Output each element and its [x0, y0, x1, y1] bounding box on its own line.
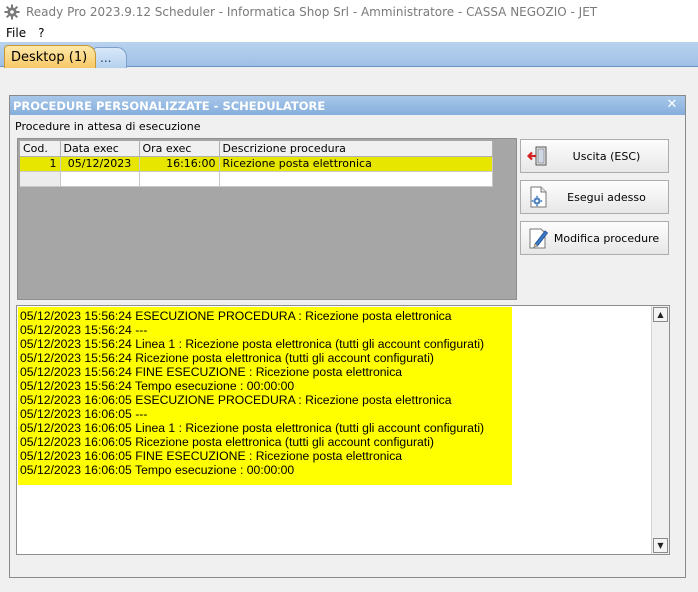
log-line: 05/12/2023 16:06:05 FINE ESECUZIONE : Ri… — [20, 449, 403, 463]
exit-button-label: Uscita (ESC) — [572, 149, 641, 163]
log-line: 05/12/2023 15:56:24 --- — [20, 323, 148, 337]
log-line: 05/12/2023 15:56:24 Ricezione posta elet… — [20, 351, 434, 365]
exit-button[interactable]: Uscita (ESC) — [520, 139, 669, 173]
close-icon[interactable]: ✕ — [665, 98, 679, 112]
cell-empty — [60, 171, 140, 187]
tab-desktop[interactable]: Desktop (1) — [4, 45, 96, 68]
grid-header: Cod. Data exec Ora exec Descrizione proc… — [20, 141, 493, 157]
log-line: 05/12/2023 16:06:05 --- — [20, 407, 148, 421]
scheduler-window: PROCEDURE PERSONALIZZATE - SCHEDULATORE … — [9, 95, 686, 578]
scroll-up-icon[interactable]: ▲ — [653, 307, 668, 322]
log-line: 05/12/2023 15:56:24 Tempo esecuzione : 0… — [20, 379, 295, 393]
procedures-grid[interactable]: Cod. Data exec Ora exec Descrizione proc… — [17, 138, 517, 300]
cell-descrizione: Ricezione posta elettronica — [219, 156, 493, 172]
col-cod[interactable]: Cod. — [20, 141, 61, 157]
log-line: 05/12/2023 16:06:05 Linea 1 : Ricezione … — [20, 421, 485, 435]
table-row[interactable]: 1 05/12/2023 16:16:00 Ricezione posta el… — [20, 156, 493, 172]
tab-more[interactable]: ... — [93, 47, 127, 68]
col-descrizione[interactable]: Descrizione procedura — [219, 141, 493, 157]
log-line: 05/12/2023 16:06:05 Tempo esecuzione : 0… — [20, 463, 295, 477]
tab-desktop-label: Desktop (1) — [11, 49, 88, 65]
log-lines: 05/12/2023 15:56:24 ESECUZIONE PROCEDURA… — [20, 309, 484, 477]
cell-data-exec: 05/12/2023 — [60, 156, 140, 172]
log-scrollbar[interactable]: ▲ ▼ — [651, 306, 669, 554]
run-now-button-label: Esegui adesso — [567, 190, 646, 204]
edit-procedures-button[interactable]: Modifica procedure — [520, 221, 669, 255]
col-data-exec[interactable]: Data exec — [60, 141, 140, 157]
menu-bar: File ? — [0, 24, 698, 42]
menu-help[interactable]: ? — [32, 26, 50, 40]
cell-empty — [20, 171, 61, 187]
scheduler-window-titlebar[interactable]: PROCEDURE PERSONALIZZATE - SCHEDULATORE — [10, 96, 685, 115]
cell-ora-exec: 16:16:00 — [139, 156, 220, 172]
pending-procedures-label: Procedure in attesa di esecuzione — [15, 120, 201, 133]
log-line: 05/12/2023 16:06:05 ESECUZIONE PROCEDURA… — [20, 393, 452, 407]
exit-door-icon — [525, 143, 551, 169]
cell-empty — [219, 171, 493, 187]
run-now-button[interactable]: Esegui adesso — [520, 180, 669, 214]
scroll-down-icon[interactable]: ▼ — [653, 538, 668, 553]
tab-more-label: ... — [100, 51, 112, 65]
procedures-table: Cod. Data exec Ora exec Descrizione proc… — [20, 141, 493, 187]
log-textarea[interactable]: 05/12/2023 15:56:24 ESECUZIONE PROCEDURA… — [16, 305, 670, 555]
run-gear-icon — [525, 184, 551, 210]
new-row[interactable] — [20, 171, 493, 187]
edit-pencil-icon — [525, 225, 551, 251]
cell-cod: 1 — [20, 156, 61, 172]
log-line: 05/12/2023 15:56:24 FINE ESECUZIONE : Ri… — [20, 365, 403, 379]
gear-icon — [2, 2, 22, 22]
edit-procedures-button-label: Modifica procedure — [553, 231, 660, 245]
log-line: 05/12/2023 15:56:24 ESECUZIONE PROCEDURA… — [20, 309, 452, 323]
col-ora-exec[interactable]: Ora exec — [139, 141, 220, 157]
tab-strip: ... Desktop (1) — [0, 42, 698, 68]
title-bar: Ready Pro 2023.9.12 Scheduler - Informat… — [0, 0, 698, 24]
window-title: Ready Pro 2023.9.12 Scheduler - Informat… — [26, 5, 598, 19]
scheduler-window-title: PROCEDURE PERSONALIZZATE - SCHEDULATORE — [13, 98, 326, 113]
log-line: 05/12/2023 16:06:05 Ricezione posta elet… — [20, 435, 434, 449]
log-line: 05/12/2023 15:56:24 Linea 1 : Ricezione … — [20, 337, 485, 351]
menu-file[interactable]: File — [0, 26, 32, 40]
cell-empty — [139, 171, 220, 187]
